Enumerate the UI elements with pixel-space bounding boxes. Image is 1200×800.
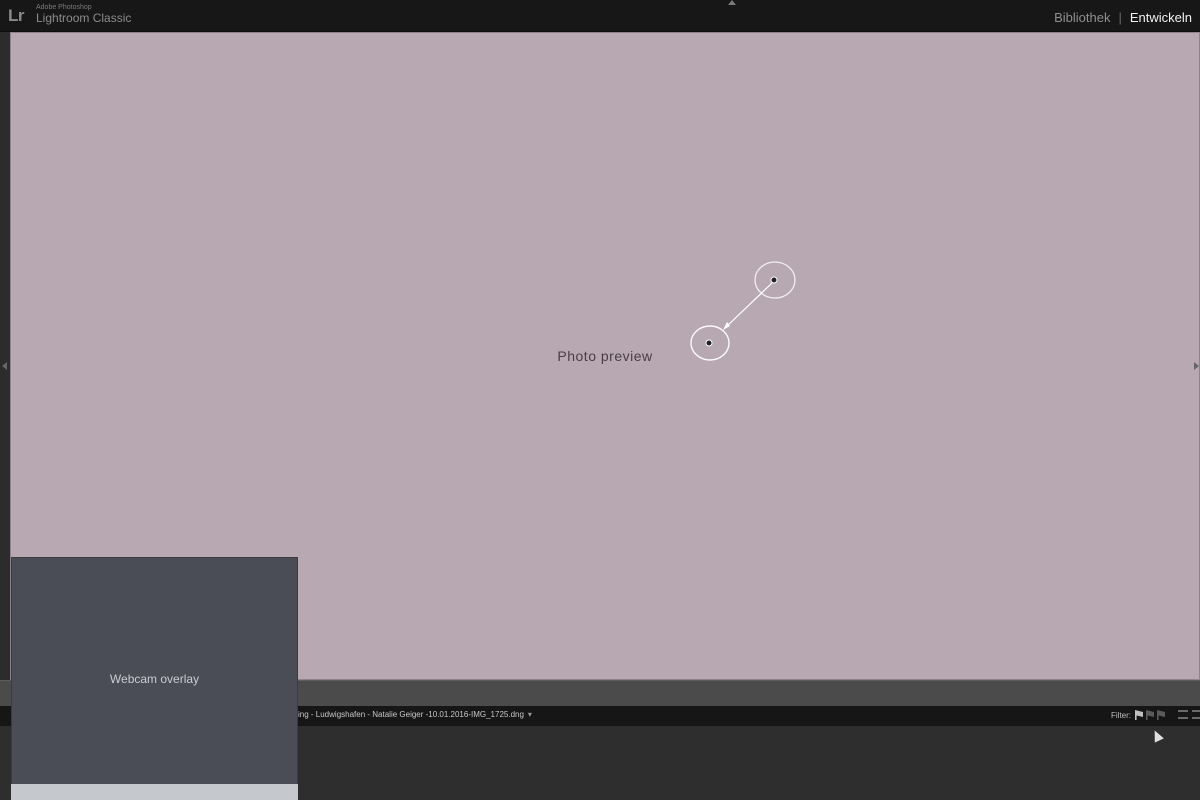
app-brand: Adobe Photoshop Lightroom Classic [36, 4, 131, 24]
flag-unflagged-icon[interactable] [1146, 710, 1154, 720]
module-develop[interactable]: Entwickeln [1130, 10, 1192, 25]
filmstrip-options-icon[interactable] [1178, 710, 1188, 719]
webcam-placeholder-label: Webcam overlay [109, 671, 200, 686]
filter-label: Filter: [1111, 711, 1131, 720]
flag-rejected-icon[interactable] [1157, 710, 1165, 720]
webcam-overlay-base [11, 784, 298, 800]
brand-title: Lightroom Classic [36, 11, 132, 25]
module-picker: Bibliothek | Entwickeln [1054, 10, 1192, 25]
webcam-overlay: Webcam overlay [11, 557, 298, 800]
module-library[interactable]: Bibliothek [1054, 10, 1110, 25]
module-separator: | [1118, 10, 1122, 25]
left-panel-toggle-icon[interactable] [2, 362, 7, 370]
filmstrip-source-path[interactable]: ing - Ludwigshafen - Natalie Geiger -10.… [298, 710, 532, 719]
top-panel-toggle-icon[interactable] [728, 0, 736, 5]
flag-pick-icon[interactable] [1135, 710, 1143, 720]
filmstrip-path-text: ing - Ludwigshafen - Natalie Geiger -10.… [298, 710, 524, 719]
photo-placeholder-label: Photo preview [557, 348, 653, 364]
lightroom-logo: Lr [8, 6, 25, 25]
top-bar: Lr Adobe Photoshop Lightroom Classic Bib… [0, 0, 1200, 32]
path-dropdown-icon[interactable]: ▾ [528, 710, 532, 719]
brand-subtitle: Adobe Photoshop [36, 4, 92, 11]
right-panel-toggle-icon[interactable] [1194, 362, 1199, 370]
filter-flags [1135, 710, 1165, 720]
filmstrip-menu-icon[interactable] [1192, 710, 1200, 719]
